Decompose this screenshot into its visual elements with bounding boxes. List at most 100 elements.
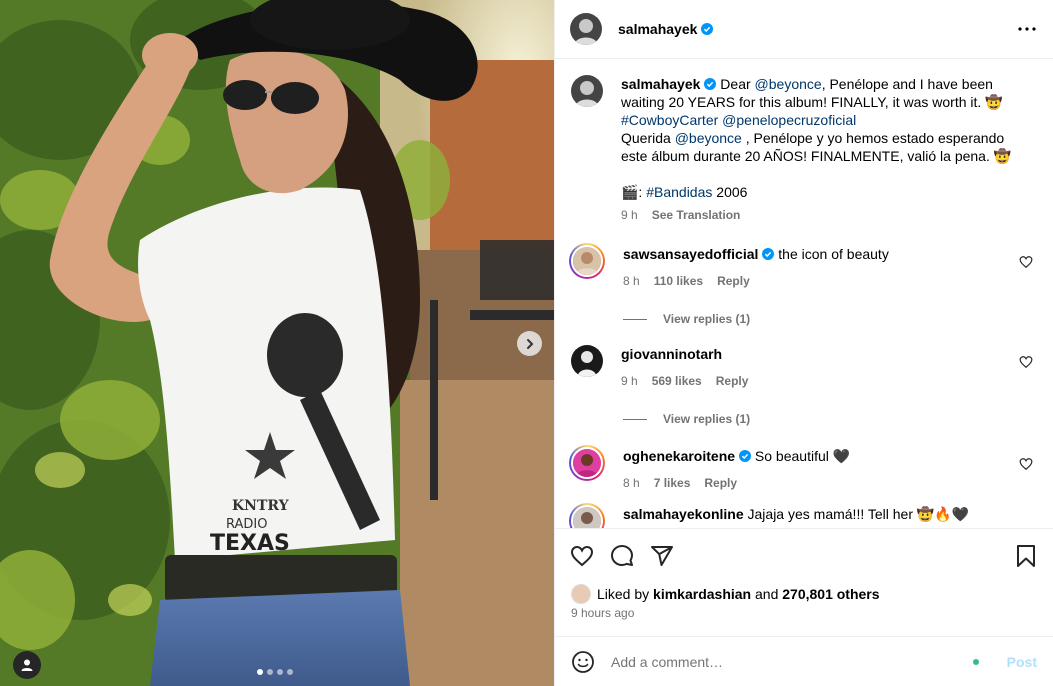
caption-meta: 9 h See Translation (621, 207, 1027, 223)
comment-icon (611, 544, 633, 566)
post-comment-button[interactable]: Post (1007, 654, 1037, 670)
comment-time: 8 h (623, 274, 640, 288)
view-replies-button[interactable]: View replies (1) (623, 311, 1037, 327)
reply-button[interactable]: Reply (716, 373, 749, 389)
caption-text-part: Querida (621, 130, 675, 146)
comment-item: sawsansayedofficial the icon of beauty 8… (569, 243, 1037, 289)
post-side-panel: salmahayek salmahayek Dear @beyonce, Pen… (554, 0, 1053, 686)
like-comment-heart-icon[interactable] (1019, 255, 1033, 269)
like-button[interactable] (569, 543, 595, 569)
comment-text: the icon of beauty (778, 246, 889, 262)
liked-by-prefix: Liked by (597, 586, 654, 602)
caption-text: salmahayek Dear @beyonce, Penélope and I… (621, 75, 1027, 201)
post-caption: salmahayek Dear @beyonce, Penélope and I… (571, 75, 1037, 223)
caption-text-part: 2006 (712, 184, 748, 200)
commenter-avatar (573, 449, 601, 477)
comment-text: Jajaja yes mamá!!! Tell her 🤠🔥🖤 (747, 506, 970, 522)
next-slide-button[interactable] (517, 331, 542, 356)
comment-item: oghenekaroitene So beautiful 🖤 8 h 7 lik… (569, 445, 1037, 491)
more-horizontal-icon (1018, 27, 1036, 31)
commenter-avatar[interactable] (571, 345, 603, 377)
see-translation-button[interactable]: See Translation (652, 207, 741, 223)
comment-item: giovanninotarh 9 h 569 likes Reply (571, 345, 1037, 389)
paper-plane-icon (651, 545, 673, 566)
comment-username[interactable]: oghenekaroitene (623, 448, 735, 464)
status-dot (972, 658, 979, 665)
hashtag-link[interactable]: #Bandidas (646, 184, 712, 200)
user-icon (21, 659, 33, 671)
add-comment-bar: Post (555, 636, 1053, 686)
tagged-users-button[interactable] (13, 651, 41, 679)
comment-button[interactable] (609, 543, 635, 569)
post-photo[interactable]: KNTRY RADIO TEXAS (0, 0, 554, 686)
carousel-dot (287, 669, 293, 675)
heart-icon (570, 545, 594, 566)
verified-badge-icon (704, 78, 717, 90)
story-ring[interactable] (569, 445, 605, 481)
mention-link[interactable]: @penelopecruzoficial (722, 112, 856, 128)
comment-input[interactable] (611, 653, 973, 670)
mention-link[interactable]: @beyonce (675, 130, 742, 146)
story-ring[interactable] (569, 503, 605, 528)
photo-scene: KNTRY RADIO TEXAS (0, 0, 554, 686)
liker-avatar[interactable] (571, 584, 591, 604)
comment-likes[interactable]: 110 likes (654, 273, 703, 289)
view-replies-button[interactable]: View replies (1) (623, 411, 1037, 427)
commenter-avatar (573, 507, 601, 528)
author-avatar[interactable] (571, 75, 603, 107)
comment-username[interactable]: salmahayekonline (623, 506, 744, 522)
svg-text:KNTRY: KNTRY (232, 498, 290, 514)
bookmark-icon (1017, 544, 1035, 567)
carousel-dot (257, 669, 263, 675)
more-options-button[interactable] (1015, 17, 1039, 41)
like-comment-heart-icon[interactable] (1019, 355, 1033, 369)
caption-username[interactable]: salmahayek (621, 76, 700, 92)
caption-time: 9 h (621, 208, 638, 222)
comments-list[interactable]: salmahayek Dear @beyonce, Penélope and I… (555, 59, 1053, 528)
carousel-dots (257, 669, 293, 675)
liked-by-others[interactable]: 270,801 others (782, 586, 879, 602)
mention-link[interactable]: @beyonce (755, 76, 822, 92)
author-avatar[interactable] (570, 13, 602, 45)
like-comment-heart-icon[interactable] (1019, 457, 1033, 471)
comment-username[interactable]: giovanninotarh (621, 346, 722, 362)
liked-by-text: Liked by kimkardashian and 270,801 other… (597, 586, 880, 602)
save-button[interactable] (1013, 543, 1039, 569)
comment-meta: 9 h 569 likes Reply (621, 373, 1007, 389)
comment-time: 9 h (621, 374, 638, 388)
emoji-icon[interactable] (571, 650, 595, 674)
comment-meta: 8 h 7 likes Reply (623, 475, 1007, 491)
share-button[interactable] (649, 543, 675, 569)
post-modal: KNTRY RADIO TEXAS salmahayek salmahayek … (0, 0, 1053, 686)
svg-text:RADIO: RADIO (226, 517, 267, 532)
liked-by-user[interactable]: kimkardashian (653, 586, 751, 602)
post-header: salmahayek (555, 0, 1053, 59)
comment-text: So beautiful 🖤 (754, 448, 851, 464)
svg-text:TEXAS: TEXAS (210, 531, 290, 556)
post-timestamp[interactable]: 9 hours ago (555, 606, 1053, 624)
comment-time: 8 h (623, 476, 640, 490)
likes-summary: Liked by kimkardashian and 270,801 other… (555, 582, 1053, 606)
author-username[interactable]: salmahayek (618, 21, 697, 37)
post-actions-bar (555, 528, 1053, 582)
verified-badge-icon (701, 23, 714, 35)
comment-likes[interactable]: 569 likes (652, 373, 702, 389)
reply-button[interactable]: Reply (717, 273, 750, 289)
view-replies-label: View replies (1) (663, 312, 751, 326)
comment-username[interactable]: sawsansayedofficial (623, 246, 758, 262)
hashtag-link[interactable]: #CowboyCarter (621, 112, 718, 128)
verified-badge-icon (739, 450, 752, 462)
liked-by-and: and (751, 586, 783, 602)
carousel-dot (277, 669, 283, 675)
chevron-right-icon (526, 338, 533, 349)
verified-badge-icon (762, 248, 775, 260)
caption-text-part: Dear (720, 76, 755, 92)
comment-meta: 8 h 110 likes Reply (623, 273, 1007, 289)
reply-button[interactable]: Reply (704, 475, 737, 491)
story-ring[interactable] (569, 243, 605, 279)
comment-likes[interactable]: 7 likes (654, 475, 691, 491)
commenter-avatar (573, 247, 601, 275)
view-replies-label: View replies (1) (663, 412, 751, 426)
comment-item: salmahayekonline Jajaja yes mamá!!! Tell… (569, 503, 1037, 528)
caption-text-part: 🎬: (621, 184, 647, 200)
